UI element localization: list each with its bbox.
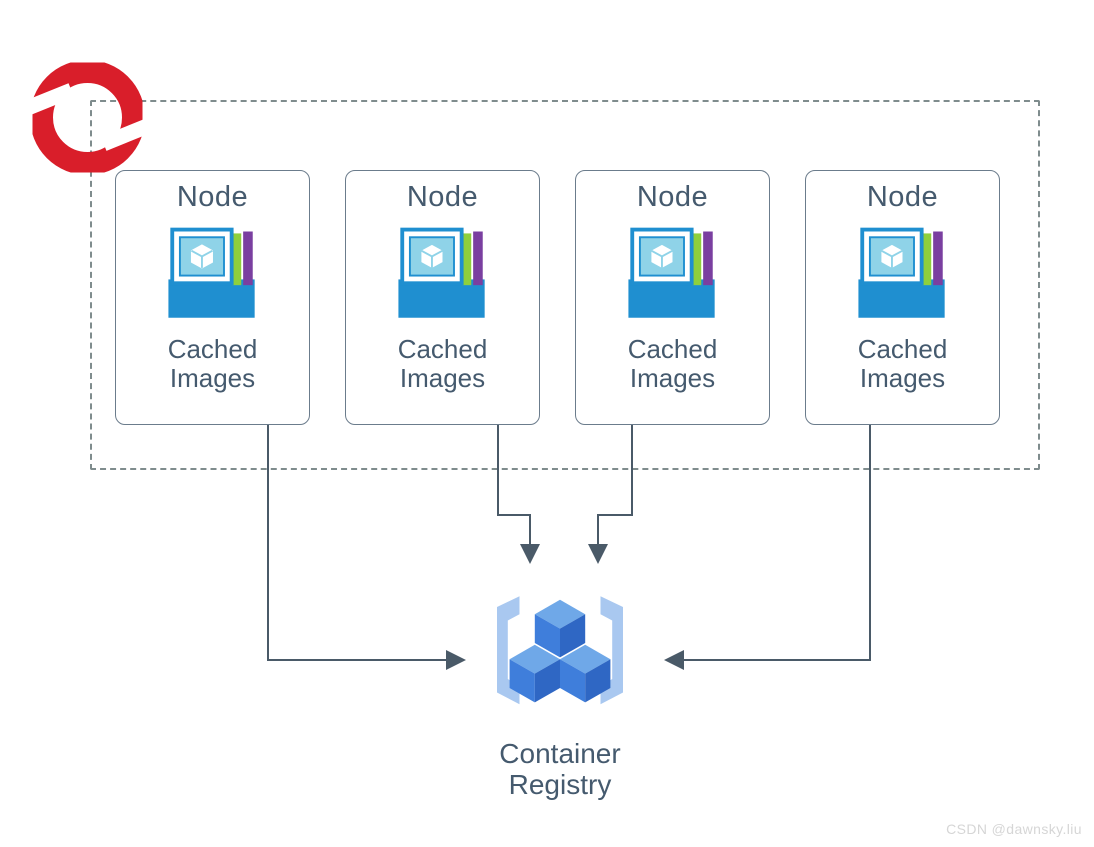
architecture-diagram: Node Cached Images bbox=[0, 0, 1094, 847]
watermark: CSDN @dawnsky.liu bbox=[946, 821, 1082, 837]
container-registry: Container Registry bbox=[460, 580, 660, 801]
container-registry-label: Container Registry bbox=[499, 738, 620, 801]
container-registry-icon bbox=[470, 580, 650, 730]
